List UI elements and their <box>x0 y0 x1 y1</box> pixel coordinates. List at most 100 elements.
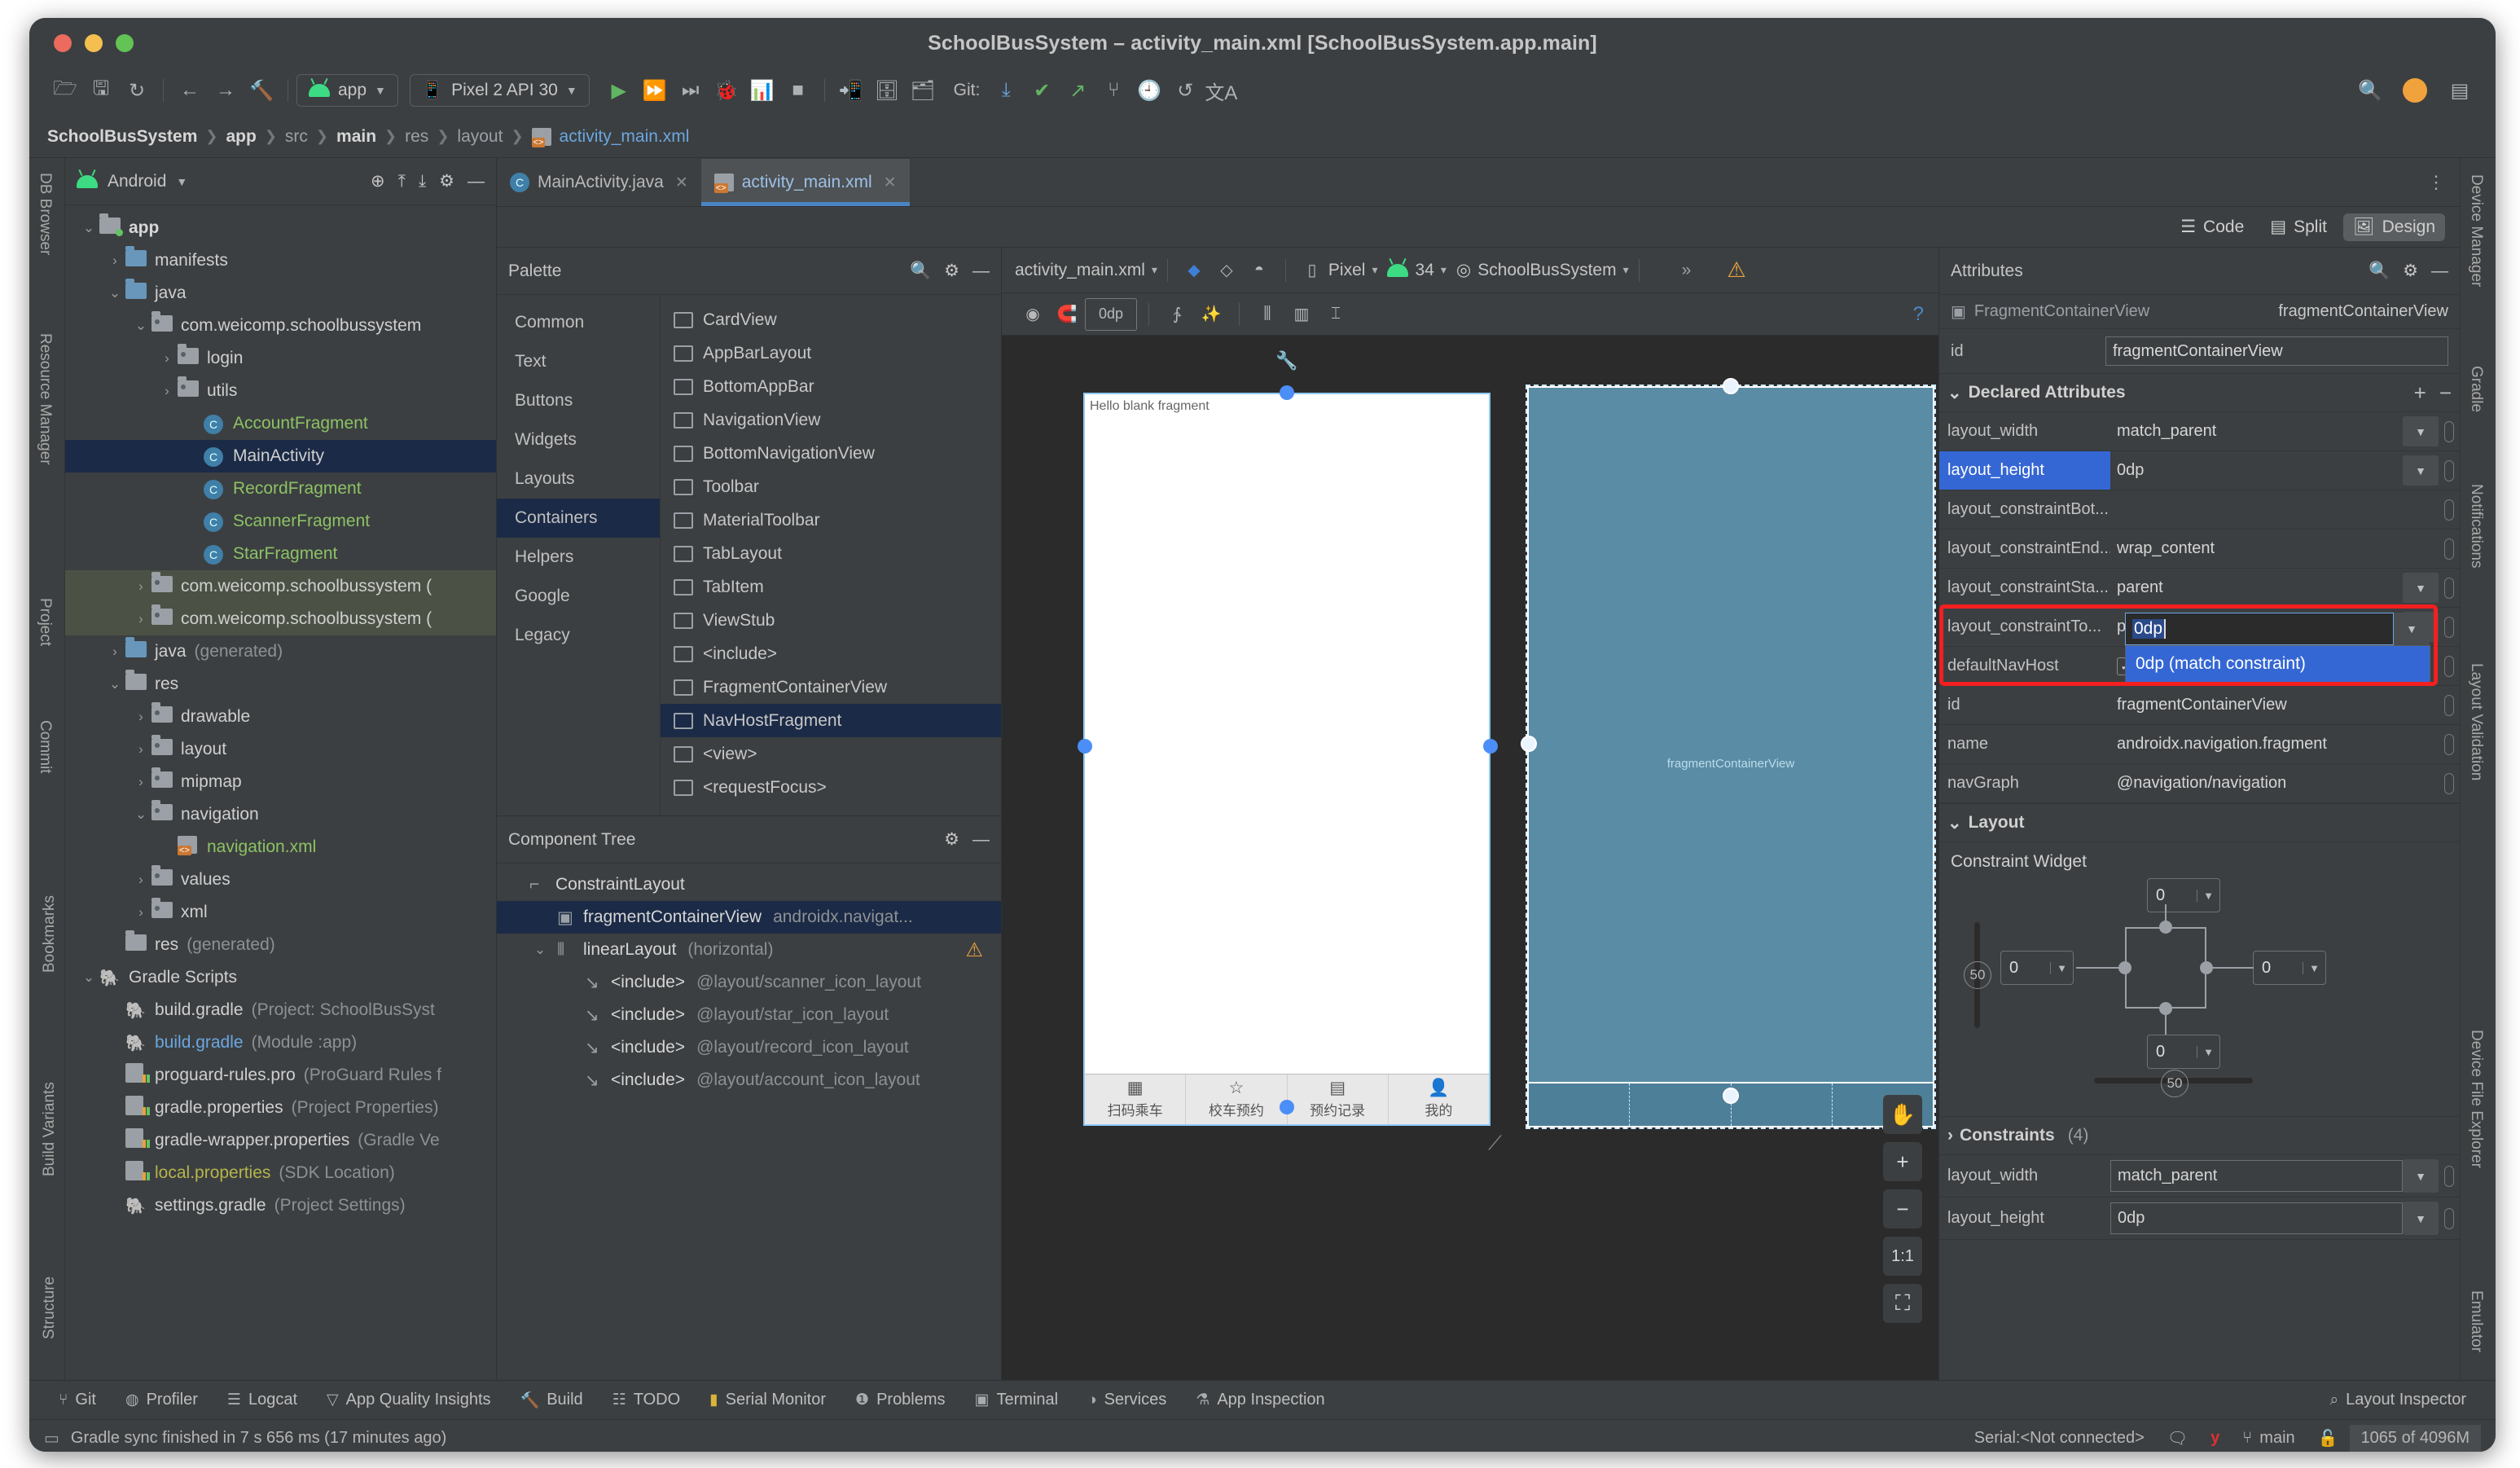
project-tree-row[interactable]: ⌄ navigation <box>65 798 496 831</box>
palette-category-layouts[interactable]: Layouts <box>497 459 660 499</box>
search-icon[interactable]: 🔍 <box>2352 73 2388 108</box>
bottom-item-build[interactable]: 🔨 Build <box>506 1391 598 1410</box>
resize-handle-right[interactable] <box>1483 739 1498 754</box>
project-tree-row[interactable]: › xml <box>65 896 496 929</box>
bottom-item-logcat[interactable]: ☰ Logcat <box>213 1391 312 1409</box>
zoom-fit-button[interactable]: ⛶ <box>1883 1284 1922 1323</box>
layout-height-dropdown-menu[interactable]: 0dp (match constraint) <box>2125 645 2430 683</box>
resize-handle-left[interactable] <box>1078 739 1092 754</box>
component-tree[interactable]: ⌐ ConstraintLayout ▣ fragmentContainerView a… <box>497 864 1001 1097</box>
attribute-pill[interactable] <box>2439 490 2460 529</box>
nav-item-booking[interactable]: ☆ 校车预约 <box>1186 1075 1288 1124</box>
bottom-item-app-inspection[interactable]: ⚗ App Inspection <box>1181 1391 1339 1409</box>
constraint-margin-left[interactable]: 0 ▼ <box>2000 951 2074 985</box>
chevron-down-icon[interactable]: ▼ <box>2403 1202 2439 1235</box>
attribute-rows[interactable]: layout_width match_parent ▼ layout_height 0d… <box>1939 412 2460 803</box>
chevron-down-icon[interactable]: ▼ <box>176 175 187 188</box>
hide-panel-icon[interactable]: — <box>468 172 485 191</box>
back-arrow-icon[interactable]: ← <box>172 73 208 108</box>
chevron-right-icon[interactable]: › <box>156 383 178 399</box>
view-options-icon[interactable]: ◉ <box>1016 298 1049 331</box>
bp-handle-bottom[interactable] <box>1723 1088 1739 1104</box>
palette-item-navhostfragment[interactable]: NavHostFragment <box>661 704 1001 737</box>
hide-panel-icon[interactable]: — <box>2431 262 2448 281</box>
palette-item-navigationview[interactable]: NavigationView <box>661 403 1001 437</box>
chevron-down-icon[interactable]: ▼ <box>2403 416 2439 446</box>
component-tree-row[interactable]: ⌐ ConstraintLayout <box>497 868 1001 901</box>
breadcrumb-item-0[interactable]: SchoolBusSystem <box>47 127 197 147</box>
project-tree-row[interactable]: ⌄ 🐘 Gradle Scripts <box>65 961 496 994</box>
anchor-left[interactable] <box>2118 961 2131 974</box>
chevron-down-icon[interactable]: ▾ <box>1372 263 1377 277</box>
remove-attribute-button[interactable]: − <box>2439 380 2452 406</box>
constraint-margin-bottom[interactable]: 0 ▼ <box>2147 1035 2220 1069</box>
bottom-item-profiler[interactable]: ◍ Profiler <box>111 1391 213 1409</box>
rail-bookmarks[interactable]: Bookmarks <box>41 895 59 973</box>
git-branch-icon[interactable]: ⑂ <box>1095 73 1131 108</box>
close-icon[interactable]: ✕ <box>675 174 688 192</box>
gear-icon[interactable]: ⚙ <box>2403 261 2418 281</box>
chevron-down-icon[interactable]: ⌄ <box>78 969 99 986</box>
palette-item-view[interactable]: <view> <box>661 737 1001 771</box>
rail-device-manager[interactable]: Device Manager <box>2467 174 2485 287</box>
project-tree[interactable]: ⌄ app › manifests ⌄ java ⌄ com.weicomp.schoolbu… <box>65 205 496 1380</box>
attribute-pill[interactable] <box>2439 451 2460 490</box>
mode-design[interactable]: 🖼 Design <box>2342 213 2445 241</box>
zoom-out-button[interactable]: − <box>1883 1189 1922 1228</box>
palette-category-widgets[interactable]: Widgets <box>497 420 660 459</box>
device-selector[interactable]: 📱 Pixel 2 API 30 ▼ <box>409 74 590 107</box>
declared-attributes-section[interactable]: ⌄ Declared Attributes + − <box>1939 373 2460 412</box>
bottom-item-terminal[interactable]: ▣ Terminal <box>960 1391 1073 1409</box>
constraint-widget[interactable]: 0 ▼ 0 ▼ 0 ▼ 0 ▼ 50 50 <box>1939 872 2460 1116</box>
attribute-row-name[interactable]: name androidx.navigation.fragment <box>1939 725 2460 764</box>
project-tree-row[interactable]: ⌄ res <box>65 668 496 701</box>
project-tree-row[interactable]: › drawable <box>65 701 496 733</box>
blueprint-mode-icon[interactable]: ◇ <box>1210 254 1243 287</box>
palette-item-requestfocus[interactable]: <requestFocus> <box>661 771 1001 804</box>
layout-height-edit-field[interactable]: 0dp <box>2125 613 2394 645</box>
bottom-item-layout-inspector[interactable]: ⌕ Layout Inspector <box>2315 1391 2481 1409</box>
project-tree-row[interactable]: › utils <box>65 375 496 407</box>
chevron-right-icon[interactable]: › <box>130 904 151 921</box>
project-tree-row[interactable]: › manifests <box>65 244 496 277</box>
collapse-all-icon[interactable]: ⤓ <box>419 172 426 191</box>
overflow-icon[interactable]: » <box>1682 261 1692 280</box>
chevron-down-icon[interactable]: ▼ <box>2403 573 2439 603</box>
project-tree-row[interactable]: C StarFragment <box>65 538 496 570</box>
project-tree-row[interactable]: ⌄ com.weicomp.schoolbussystem <box>65 310 496 342</box>
project-tree-row[interactable]: navigation.xml <box>65 831 496 864</box>
device-preview[interactable]: Hello blank fragment ▦ 扫码乘车 ☆ 校车预约 ▤ 预约记… <box>1083 393 1490 1126</box>
palette-item-tablayout[interactable]: TabLayout <box>661 537 1001 570</box>
palette-categories[interactable]: Common Text Buttons Widgets Layouts Container… <box>497 295 660 815</box>
align-icon[interactable]: ▥ <box>1285 298 1318 331</box>
git-commit-icon[interactable]: ✔ <box>1024 73 1060 108</box>
serial-status[interactable]: Serial:<Not connected> <box>1963 1425 2156 1453</box>
zoom-actual-size-button[interactable]: 1:1 <box>1883 1237 1922 1276</box>
attributes-id-input[interactable]: fragmentContainerView <box>2105 336 2448 366</box>
git-update-icon[interactable]: ⤓ <box>988 73 1024 108</box>
pack-icon[interactable]: ⫼ <box>1251 298 1284 331</box>
gear-icon[interactable]: ⚙ <box>944 829 959 850</box>
attribute-value-cell[interactable]: wrap_content <box>2110 530 2403 568</box>
gear-icon[interactable]: ⚙ <box>439 171 454 191</box>
gear-icon[interactable]: ⚙ <box>944 261 959 281</box>
attribute-row-layoutconstraintBot[interactable]: layout_constraintBot... <box>1939 490 2460 530</box>
attribute-pill[interactable] <box>2439 530 2460 568</box>
close-icon[interactable]: ✕ <box>884 174 897 192</box>
nav-item-records[interactable]: ▤ 预约记录 <box>1288 1075 1389 1124</box>
chevron-right-icon[interactable]: › <box>130 741 151 758</box>
constraint-margin-top[interactable]: 0 ▼ <box>2147 878 2220 912</box>
attribute-value-cell[interactable]: androidx.navigation.fragment <box>2110 725 2403 763</box>
bottom-item-problems[interactable]: ❶ Problems <box>841 1391 960 1409</box>
project-tree-row[interactable]: › com.weicomp.schoolbussystem ( <box>65 570 496 603</box>
run-configuration-selector[interactable]: app ▼ <box>296 74 398 107</box>
attribute-pill[interactable] <box>2439 725 2460 763</box>
layout-height-dropdown-button[interactable]: ▼ <box>2394 613 2430 645</box>
project-tree-row[interactable]: gradle.properties (Project Properties) <box>65 1092 496 1124</box>
chevron-down-icon[interactable]: ▼ <box>2197 1045 2219 1058</box>
palette-items[interactable]: CardView AppBarLayout BottomAppBar Navigati… <box>660 295 1001 815</box>
translate-icon[interactable]: 文A <box>1203 73 1239 108</box>
lock-icon[interactable]: 🔓 <box>2307 1425 2350 1453</box>
palette-category-common[interactable]: Common <box>497 303 660 342</box>
project-tree-row[interactable]: › com.weicomp.schoolbussystem ( <box>65 603 496 635</box>
